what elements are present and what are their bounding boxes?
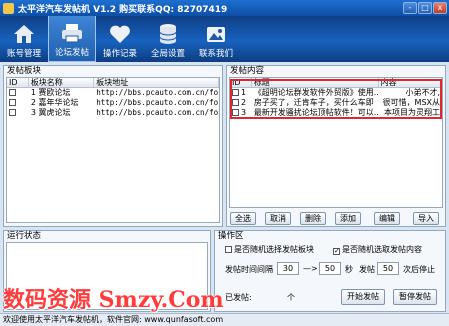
app-logo-icon [3,2,14,14]
row-checkbox[interactable] [9,99,16,106]
main-toolbar: 账号管理 论坛发帖 操作记录 全局设置 联系我们 [0,16,449,62]
photo-icon [207,27,225,42]
status-bar: 欢迎使用太平洋汽车发帖机，软件官网: www.qunfasoft.com [0,313,449,326]
toolbar-label: 操作记录 [102,49,137,59]
toolbar-forum-posting[interactable]: 论坛发帖 [48,16,96,62]
column-header-id[interactable]: ID [7,78,29,87]
forum-name: 嘉年华论坛 [38,98,79,107]
forums-table-header: ID 板块名称 板块地址 [7,78,219,88]
range-arrow: —> [303,264,318,273]
run-status-title: 运行状态 [7,231,42,241]
interval-from-input[interactable]: 30 [277,262,299,275]
interval-unit: 秒 [345,265,353,274]
cancel-button[interactable]: 取消 [265,212,291,225]
heart-icon [110,25,130,43]
random-content-checkbox[interactable]: ✓ [333,248,340,255]
column-header-name[interactable]: 板块名称 [29,78,95,87]
forum-url: http://bbs.pcauto.com.cn/forum-1450 [96,98,219,107]
row-id: 1 [30,88,36,97]
posts-panel-title: 发帖内容 [230,66,265,76]
pause-posting-button[interactable]: 暂停发帖 [393,289,437,305]
random-forum-label: 是否随机选择发帖板块 [234,245,314,254]
toolbar-label: 账号管理 [6,49,41,59]
house-icon [14,25,34,43]
window-title: 太平洋汽车发帖机 V1.2 购买联系QQ: 82707419 [18,4,228,15]
forum-url: http://bbs.pcauto.com.cn/forum-1483 [96,88,219,97]
table-row[interactable]: 2 嘉年华论坛 http://bbs.pcauto.com.cn/forum-1… [7,98,219,108]
column-header-url[interactable]: 板块地址 [94,78,219,87]
toolbar-operation-log[interactable]: 操作记录 [96,16,144,62]
select-all-button[interactable]: 全选 [230,212,256,225]
add-button[interactable]: 添加 [335,212,361,225]
post-count-input[interactable]: 50 [377,262,399,275]
close-button[interactable]: x [433,2,447,14]
post-count-label: 发帖 [359,265,375,274]
row-checkbox[interactable] [9,89,16,96]
row-id: 2 [30,98,36,107]
delete-button[interactable]: 删除 [300,212,326,225]
window-controls: - □ x [403,2,447,14]
posts-panel: 发帖内容 ID 标题 内容 1 《超明论坛群发软件外贸版》使用... 小弟不才,… [226,65,446,227]
toolbar-contact-us[interactable]: 联系我们 [192,16,240,62]
table-row[interactable]: 1 赛欧论坛 http://bbs.pcauto.com.cn/forum-14… [7,88,219,98]
toolbar-label: 联系我们 [198,49,233,59]
post-count-suffix: 次后停止 [403,265,435,274]
title-bar: 太平洋汽车发帖机 V1.2 购买联系QQ: 82707419 - □ x [0,0,449,16]
random-content-label: 是否随机选取发帖内容 [342,245,422,254]
forum-name: 翼虎论坛 [38,108,71,117]
toolbar-global-settings[interactable]: 全局设置 [144,16,192,62]
toolbar-label: 全局设置 [150,49,185,59]
forum-url: http://bbs.pcauto.com.cn/forum-1865 [96,108,219,117]
row-id: 3 [30,108,36,117]
table-row[interactable]: 3 翼虎论坛 http://bbs.pcauto.com.cn/forum-18… [7,108,219,118]
posted-count-label: 已发帖: [225,293,252,302]
toolbar-label: 论坛发帖 [54,48,89,58]
forum-name: 赛欧论坛 [38,88,71,97]
import-button[interactable]: 导入 [413,212,439,225]
posted-count-unit: 个 [287,293,295,302]
toolbar-account-management[interactable]: 账号管理 [0,16,48,62]
random-content-option[interactable]: ✓ 是否随机选取发帖内容 [333,244,422,255]
minimize-button[interactable]: - [403,2,417,14]
random-forum-option[interactable]: 是否随机选择发帖板块 [225,244,314,255]
operation-panel-title: 操作区 [218,231,244,241]
random-forum-checkbox[interactable] [225,246,232,253]
interval-label: 发帖时间间隔 [225,265,273,274]
forums-panel-title: 发帖板块 [7,66,42,76]
edit-button[interactable]: 编辑 [374,212,400,225]
printer-icon [62,24,82,43]
watermark-text: 数码资源 Smzy.Com [3,287,224,313]
interval-to-input[interactable]: 50 [319,262,341,275]
row-checkbox[interactable] [9,109,16,116]
maximize-button[interactable]: □ [418,2,432,14]
database-icon [159,24,177,44]
highlight-box [230,79,442,119]
start-posting-button[interactable]: 开始发帖 [341,289,385,305]
forums-panel: 发帖板块 ID 板块名称 板块地址 1 赛欧论坛 http://bbs.pcau… [3,65,223,227]
forums-table[interactable]: ID 板块名称 板块地址 1 赛欧论坛 http://bbs.pcauto.co… [6,77,220,223]
operation-panel: 操作区 是否随机选择发帖板块 ✓ 是否随机选取发帖内容 发帖时间间隔 30 —> … [214,230,446,312]
